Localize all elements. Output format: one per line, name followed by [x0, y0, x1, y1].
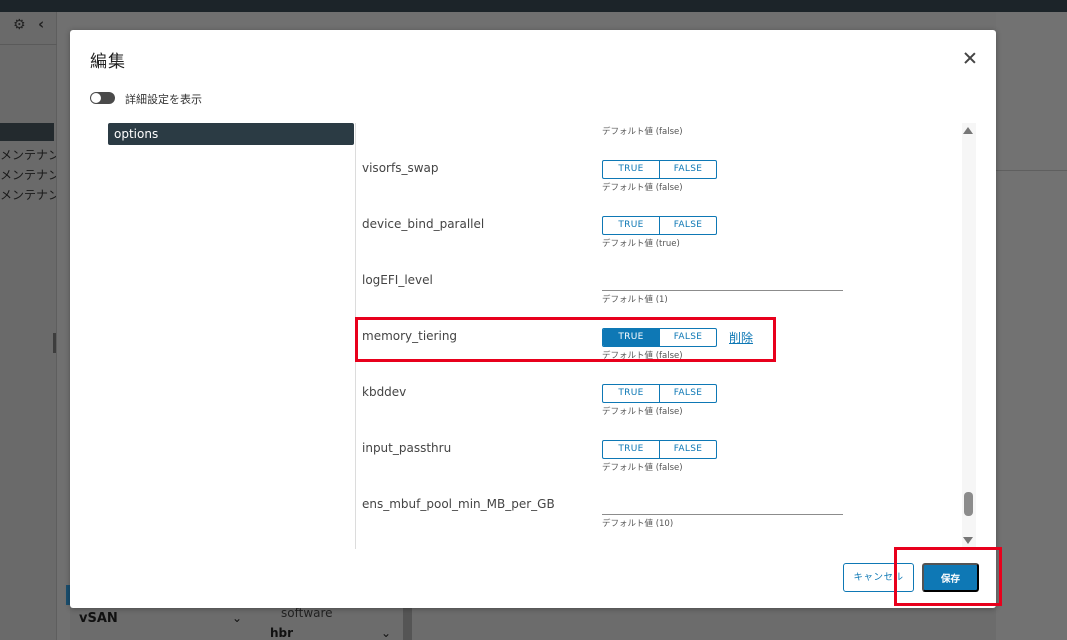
options-scroll-area[interactable]: デフォルト値 (false) visorfs_swap TRUE FALSE デ…	[356, 123, 962, 549]
logefi-level-input[interactable]	[602, 271, 843, 291]
default-value-text: デフォルト値 (false)	[602, 351, 683, 361]
save-button[interactable]: 保存	[922, 563, 979, 592]
property-name: memory_tiering	[362, 329, 458, 343]
device-bind-parallel-toggle-group: TRUE FALSE	[602, 216, 717, 235]
dialog-title: 編集	[90, 52, 126, 72]
app-left-divider	[0, 44, 57, 45]
false-button[interactable]: FALSE	[659, 161, 716, 178]
chevron-down-icon: ⌄	[381, 626, 392, 640]
property-name: logEFI_level	[362, 273, 433, 287]
false-button[interactable]: FALSE	[659, 217, 716, 234]
app-list-item: メンテナンス	[0, 168, 56, 182]
true-button[interactable]: TRUE	[603, 385, 659, 402]
advanced-settings-toggle[interactable]	[90, 92, 115, 104]
app-right-panel	[996, 12, 1067, 640]
toggle-knob	[91, 93, 101, 103]
app-vsan-label: vSAN	[79, 611, 118, 626]
property-name: input_passthru	[362, 441, 452, 455]
scrollbar-track[interactable]	[962, 123, 976, 549]
advanced-settings-label: 詳細設定を表示	[125, 93, 202, 106]
scroll-down-icon[interactable]	[963, 537, 973, 544]
default-value-text: デフォルト値 (false)	[602, 463, 683, 473]
app-bottom-scrollbar	[403, 608, 412, 640]
property-name: visorfs_swap	[362, 161, 439, 175]
memory-tiering-toggle-group: TRUE FALSE	[602, 328, 717, 347]
true-button[interactable]: TRUE	[603, 161, 659, 178]
default-value-text: デフォルト値 (false)	[602, 183, 683, 193]
gear-icon: ⚙	[13, 17, 26, 33]
close-icon[interactable]	[961, 49, 979, 67]
app-right-divider	[996, 170, 1067, 171]
true-button[interactable]: TRUE	[603, 441, 659, 458]
app-resize-handle	[53, 333, 56, 353]
app-left-panel	[0, 12, 57, 640]
app-top-bar	[0, 0, 1067, 12]
app-list-item: メンテナンス	[0, 188, 56, 202]
chevron-down-icon: ⌄	[232, 611, 243, 625]
default-value-text: デフォルト値 (true)	[602, 239, 680, 249]
nav-item-options[interactable]: options	[108, 123, 354, 145]
ens-mbuf-pool-input[interactable]	[602, 495, 843, 515]
property-name: kbddev	[362, 385, 407, 399]
false-button[interactable]: FALSE	[659, 329, 716, 346]
property-name: ens_mbuf_pool_min_MB_per_GB	[362, 497, 555, 511]
property-name: device_bind_parallel	[362, 217, 485, 231]
true-button[interactable]: TRUE	[603, 329, 659, 346]
visorfs-swap-toggle-group: TRUE FALSE	[602, 160, 717, 179]
kbddev-toggle-group: TRUE FALSE	[602, 384, 717, 403]
app-list-item: メンテナンス	[0, 148, 56, 162]
default-value-text: デフォルト値 (false)	[602, 407, 683, 417]
chevron-left-icon: ‹	[38, 15, 45, 33]
app-hbr-label: hbr	[270, 626, 294, 640]
default-value-text: デフォルト値 (false)	[602, 127, 683, 137]
edit-dialog: 編集 詳細設定を表示 options デフォルト値 (false) visorf…	[70, 30, 996, 608]
scrollbar-thumb[interactable]	[964, 492, 973, 516]
app-software-label: software	[281, 606, 333, 620]
true-button[interactable]: TRUE	[603, 217, 659, 234]
app-selected-row	[0, 123, 54, 141]
scroll-up-icon[interactable]	[963, 127, 973, 134]
app-bottom-panel	[70, 608, 996, 640]
delete-link[interactable]: 削除	[729, 329, 753, 346]
input-passthru-toggle-group: TRUE FALSE	[602, 440, 717, 459]
false-button[interactable]: FALSE	[659, 385, 716, 402]
default-value-text: デフォルト値 (10)	[602, 519, 674, 529]
cancel-button[interactable]: キャンセル	[843, 563, 914, 592]
default-value-text: デフォルト値 (1)	[602, 295, 668, 305]
false-button[interactable]: FALSE	[659, 441, 716, 458]
